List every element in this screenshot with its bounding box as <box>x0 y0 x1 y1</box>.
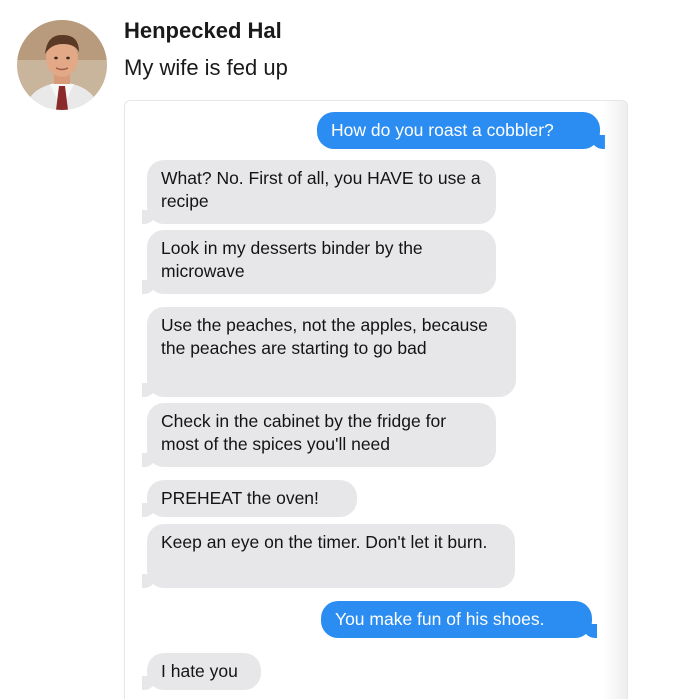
message-bubble-received[interactable]: Look in my desserts binder by the microw… <box>142 230 496 294</box>
message-text: Check in the cabinet by the fridge for m… <box>161 411 447 454</box>
avatar[interactable] <box>17 20 107 110</box>
person-avatar-icon <box>17 20 107 110</box>
message-bubble-received[interactable]: What? No. First of all, you HAVE to use … <box>142 160 496 224</box>
message-text: Keep an eye on the timer. Don't let it b… <box>161 532 488 552</box>
message-screenshot: How do you roast a cobbler? What? No. Fi… <box>124 100 628 699</box>
message-bubble-received[interactable]: I hate you <box>142 653 261 690</box>
message-bubble-received[interactable]: Use the peaches, not the apples, because… <box>142 307 516 397</box>
post-caption: My wife is fed up <box>124 55 288 80</box>
post-header: Henpecked Hal My wife is fed up <box>0 0 700 110</box>
message-text: Look in my desserts binder by the microw… <box>161 238 423 281</box>
screenshot-edge-shadow <box>603 101 627 699</box>
post-author-name[interactable]: Henpecked Hal <box>124 18 282 44</box>
message-text: How do you roast a cobbler? <box>331 120 554 140</box>
message-text: I hate you <box>161 661 238 681</box>
message-bubble-received[interactable]: Check in the cabinet by the fridge for m… <box>142 403 496 467</box>
message-text: What? No. First of all, you HAVE to use … <box>161 168 481 211</box>
message-bubble-received[interactable]: PREHEAT the oven! <box>142 480 357 517</box>
message-bubble-sent[interactable]: You make fun of his shoes. <box>321 601 597 638</box>
message-text: PREHEAT the oven! <box>161 488 319 508</box>
message-text: You make fun of his shoes. <box>335 609 545 629</box>
message-text: Use the peaches, not the apples, because… <box>161 315 488 358</box>
message-bubble-sent[interactable]: How do you roast a cobbler? <box>317 112 605 149</box>
message-bubble-received[interactable]: Keep an eye on the timer. Don't let it b… <box>142 524 515 588</box>
